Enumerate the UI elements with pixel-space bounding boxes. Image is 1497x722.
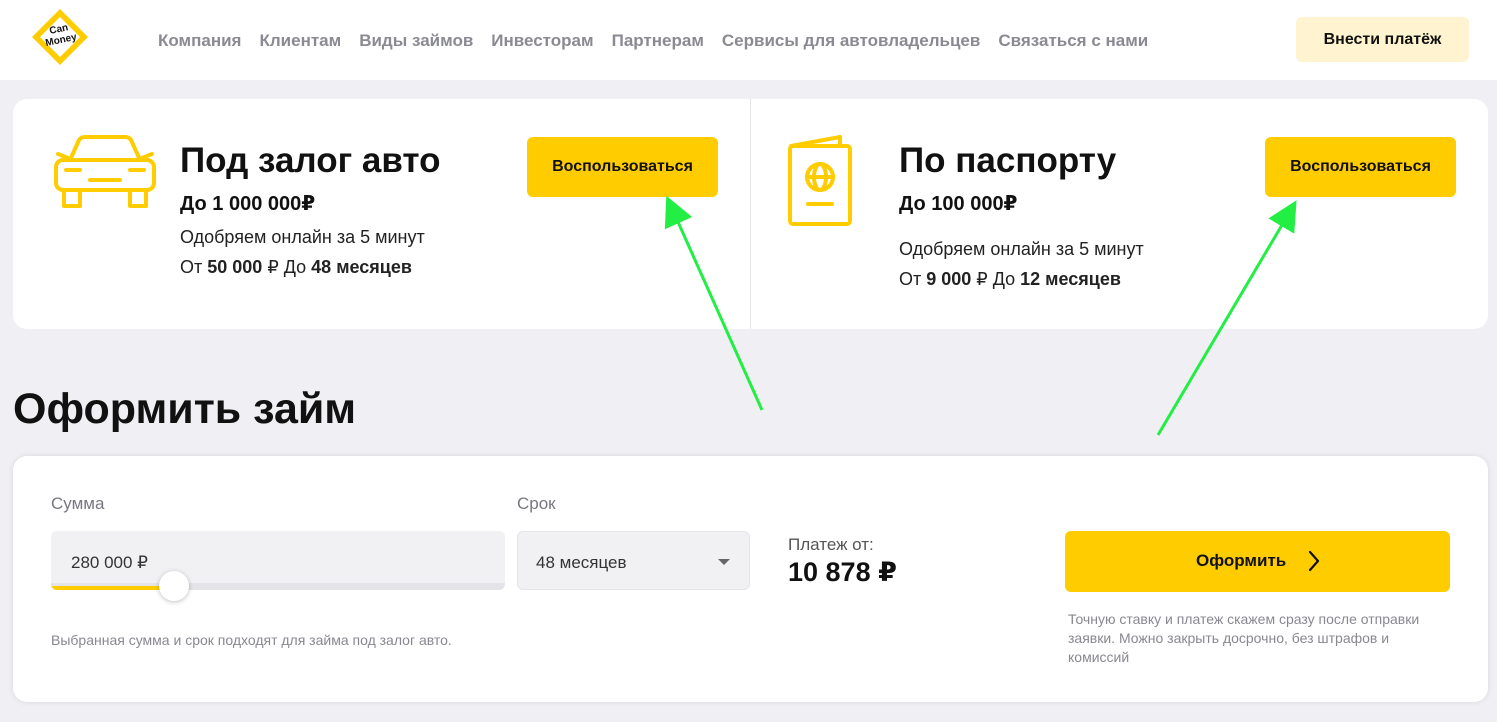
terms-to-term: 12 месяцев xyxy=(1020,269,1121,289)
nav-item-clients[interactable]: Клиентам xyxy=(259,31,341,51)
submit-button[interactable]: Оформить xyxy=(1065,531,1450,592)
card-max-passport: До 100 000₽ xyxy=(899,193,1018,215)
site-header: Can Money Компания Клиентам Виды займов … xyxy=(0,0,1497,80)
chevron-right-icon xyxy=(1308,550,1320,572)
payment-value: 10 878 ₽ xyxy=(788,557,897,587)
nav-item-car-services[interactable]: Сервисы для автовладельцев xyxy=(722,31,980,51)
terms-to-term: 48 месяцев xyxy=(311,257,412,277)
rate-note: Точную ставку и платеж скажем сразу посл… xyxy=(1068,611,1420,665)
nav-item-partners[interactable]: Партнерам xyxy=(612,31,704,51)
submit-label: Оформить xyxy=(1196,551,1287,570)
use-button-car[interactable]: Воспользоваться xyxy=(527,137,718,197)
loan-form: Сумма 280 000 ₽ Срок 48 месяцев Платеж о… xyxy=(13,456,1488,702)
card-desc-passport: Одобряем онлайн за 5 минут xyxy=(899,239,1144,259)
make-payment-button[interactable]: Внести платёж xyxy=(1296,17,1469,62)
nav-item-investors[interactable]: Инвесторам xyxy=(491,31,593,51)
selection-note: Выбранная сумма и срок подходят для займ… xyxy=(51,632,452,648)
card-title-passport: По паспорту xyxy=(899,141,1117,180)
nav-item-contact[interactable]: Связаться с нами xyxy=(998,31,1148,51)
card-title-car: Под залог авто xyxy=(180,141,441,180)
terms-to-prefix: ₽ До xyxy=(262,257,312,277)
chevron-down-icon xyxy=(718,559,730,565)
terms-to-prefix: ₽ До xyxy=(971,269,1021,289)
card-terms-passport: От 9 000 ₽ До 12 месяцев xyxy=(899,269,1121,290)
canmoney-logo[interactable]: Can Money xyxy=(31,8,89,66)
product-cards: Под залог авто До 1 000 000₽ Одобряем он… xyxy=(13,99,1488,329)
terms-from-amount: 9 000 xyxy=(926,269,972,289)
sum-slider-fill xyxy=(51,586,174,590)
terms-from-prefix: От xyxy=(899,269,927,289)
nav-item-loan-types[interactable]: Виды займов xyxy=(359,31,473,51)
car-icon xyxy=(50,134,160,212)
loan-form-title: Оформить займ xyxy=(13,385,357,433)
term-value: 48 месяцев xyxy=(536,553,627,572)
terms-from-amount: 50 000 xyxy=(207,257,263,277)
sum-label: Сумма xyxy=(51,494,105,513)
card-max-car: До 1 000 000₽ xyxy=(180,193,316,215)
main-nav: Компания Клиентам Виды займов Инвесторам… xyxy=(158,31,1166,51)
payment-label: Платеж от: xyxy=(788,535,874,554)
nav-item-company[interactable]: Компания xyxy=(158,31,241,51)
term-label: Срок xyxy=(517,494,556,513)
sum-value: 280 000 ₽ xyxy=(71,553,148,572)
card-terms-car: От 50 000 ₽ До 48 месяцев xyxy=(180,257,412,278)
passport-icon xyxy=(786,134,854,226)
card-desc-car: Одобряем онлайн за 5 минут xyxy=(180,227,425,247)
card-divider xyxy=(750,99,751,329)
sum-field[interactable]: 280 000 ₽ xyxy=(51,531,505,590)
use-button-passport[interactable]: Воспользоваться xyxy=(1265,137,1456,197)
terms-from-prefix: От xyxy=(180,257,208,277)
sum-slider-thumb[interactable] xyxy=(159,571,189,601)
term-select[interactable]: 48 месяцев xyxy=(517,531,750,590)
